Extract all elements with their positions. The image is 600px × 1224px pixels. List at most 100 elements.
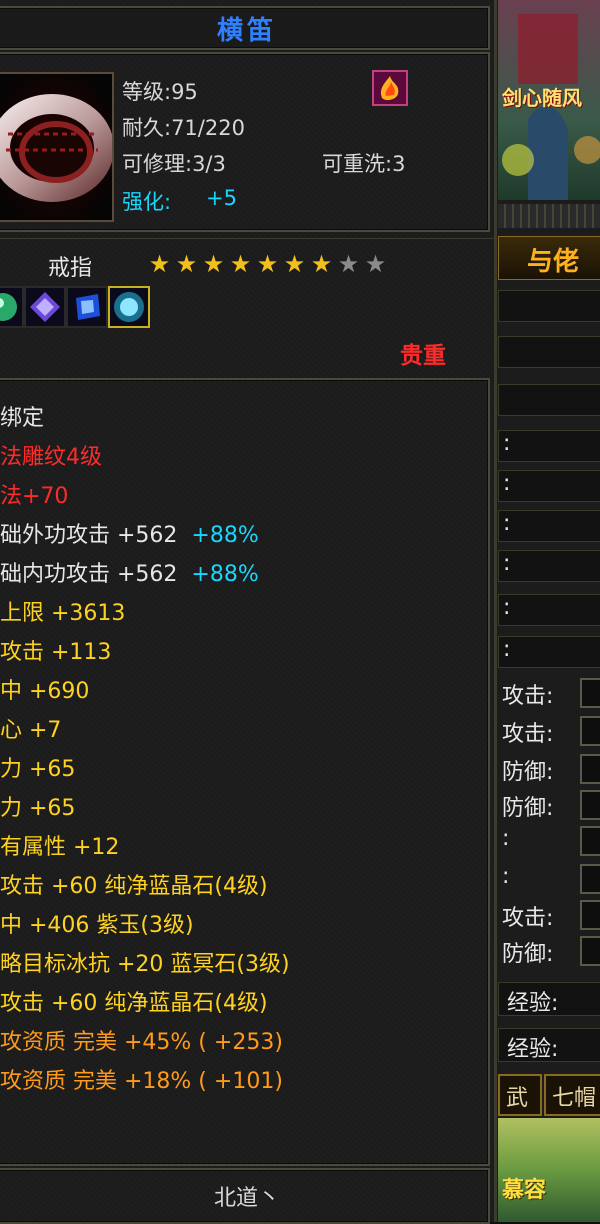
flame-skill-icon[interactable] xyxy=(372,70,408,106)
stat-text: 攻击 +113 xyxy=(0,640,112,665)
stat-row: 法雕纹4级 xyxy=(0,439,102,471)
durability-text: 耐久:71/220 xyxy=(122,116,245,140)
stat-text: 础内功攻击 +562 xyxy=(0,562,178,587)
stat-text: 心 +7 xyxy=(0,718,62,743)
stat-row: 上限 +3613 xyxy=(0,595,125,627)
stat-text: 中 +406 紫玉(3级) xyxy=(0,913,194,938)
repairable-text: 可修理:3/3 xyxy=(122,152,226,176)
attr-value-slot[interactable] xyxy=(580,678,600,708)
stat-text: 攻击 +60 纯净蓝晶石(4级) xyxy=(0,991,268,1016)
stat-row: 础外功攻击 +562 +88% xyxy=(0,517,259,549)
gray-star-icon: ★ xyxy=(337,250,360,278)
enhance-value: +5 xyxy=(206,186,237,210)
stat-text: 攻击 +60 纯净蓝晶石(4级) xyxy=(0,874,268,899)
stat-text: 法+70 xyxy=(0,484,69,509)
attr-value-slot[interactable] xyxy=(580,790,600,820)
stat-row: 中 +690 xyxy=(0,673,89,705)
enhance-label: 强化: xyxy=(122,190,172,214)
stat-row: 中 +406 紫玉(3级) xyxy=(0,907,194,939)
attr-value-slot[interactable] xyxy=(580,864,600,894)
stat-text: 攻资质 完美 +45% ( +253) xyxy=(0,1030,283,1055)
gold-star-icon: ★ xyxy=(229,250,252,278)
info-field: : xyxy=(498,550,600,582)
stat-row: 有属性 +12 xyxy=(0,829,119,861)
item-name: 横笛 xyxy=(216,16,277,46)
info-field xyxy=(498,336,600,368)
exp-field: 经验: xyxy=(498,982,600,1016)
stat-bonus-percent: +88% xyxy=(191,562,259,587)
stat-row: 绑定 xyxy=(0,400,44,432)
divider xyxy=(0,238,494,239)
stat-row: 攻资质 完美 +18% ( +101) xyxy=(0,1063,283,1095)
info-field: : xyxy=(498,510,600,542)
attr-label: 攻击: xyxy=(502,684,554,709)
stat-row: 攻击 +113 xyxy=(0,634,111,666)
info-field xyxy=(498,384,600,416)
info-field: : xyxy=(498,636,600,668)
stat-text: 有属性 +12 xyxy=(0,835,120,860)
stats-list: 绑定法雕纹4级法+70 础外功攻击 +562 +88% 础内功攻击 +562 +88% 上… xyxy=(0,400,490,1120)
stat-text: 绑定 xyxy=(0,406,45,431)
stat-text: 力 +65 xyxy=(0,796,76,821)
banner-image: 剑心随风 xyxy=(498,0,600,200)
gold-star-icon: ★ xyxy=(175,250,198,278)
info-field: : xyxy=(498,430,600,462)
rarity-badge: 贵重 xyxy=(400,343,446,369)
gold-star-icon: ★ xyxy=(202,250,225,278)
info-field: : xyxy=(498,470,600,502)
stat-row: 攻资质 完美 +45% ( +253) xyxy=(0,1024,283,1056)
attr-label: 攻击: xyxy=(502,722,554,747)
blue-gem-icon[interactable] xyxy=(66,286,108,328)
pattern-border xyxy=(498,204,600,228)
gray-star-icon: ★ xyxy=(364,250,387,278)
tab-label: 与佬 xyxy=(527,247,580,277)
gold-star-icon: ★ xyxy=(310,250,333,278)
rewashable-text: 可重洗:3 xyxy=(322,152,406,176)
stat-text: 攻资质 完美 +18% ( +101) xyxy=(0,1069,283,1094)
attr-label: : xyxy=(502,826,510,851)
stat-text: 力 +65 xyxy=(0,757,76,782)
attr-value-slot[interactable] xyxy=(580,826,600,856)
exp-field: 经验: xyxy=(498,1028,600,1062)
attr-value-slot[interactable] xyxy=(580,936,600,966)
skill-button[interactable]: 武 xyxy=(498,1074,542,1116)
character-name: 慕容 xyxy=(502,1178,547,1203)
attr-value-slot[interactable] xyxy=(580,900,600,930)
ring-item-icon xyxy=(0,72,114,222)
stat-row: 法+70 xyxy=(0,478,68,510)
stat-row: 力 +65 xyxy=(0,790,75,822)
attr-label: 防御: xyxy=(502,796,554,821)
footer-name: 北道丶 xyxy=(213,1186,280,1211)
stat-text: 础外功攻击 +562 xyxy=(0,523,178,548)
stat-text: 中 +690 xyxy=(0,679,90,704)
attr-label: 防御: xyxy=(502,942,554,967)
attr-label: : xyxy=(502,864,510,889)
stat-bonus-percent: +88% xyxy=(191,523,259,548)
stat-text: 法雕纹4级 xyxy=(0,445,102,470)
stat-row: 力 +65 xyxy=(0,751,75,783)
gold-star-icon: ★ xyxy=(283,250,306,278)
info-field: : xyxy=(498,594,600,626)
attr-value-slot[interactable] xyxy=(580,716,600,746)
info-field xyxy=(498,290,600,322)
gold-star-icon: ★ xyxy=(148,250,171,278)
green-gem-icon[interactable] xyxy=(0,286,24,328)
banner-text: 剑心随风 xyxy=(502,86,582,110)
stat-row: 攻击 +60 纯净蓝晶石(4级) xyxy=(0,868,268,900)
cyan-gem-icon[interactable] xyxy=(108,286,150,328)
tab-button[interactable]: 与佬 xyxy=(498,236,600,280)
attr-label: 攻击: xyxy=(502,906,554,931)
stat-text: 上限 +3613 xyxy=(0,601,126,626)
attr-value-slot[interactable] xyxy=(580,754,600,784)
scene-image: 慕容 xyxy=(498,1118,600,1222)
stat-row: 心 +7 xyxy=(0,712,61,744)
star-rating: ★ ★ ★ ★ ★ ★ ★ ★ ★ xyxy=(146,250,389,278)
gold-star-icon: ★ xyxy=(256,250,279,278)
stat-row: 攻击 +60 纯净蓝晶石(4级) xyxy=(0,985,268,1017)
attr-label: 防御: xyxy=(502,760,554,785)
level-text: 等级:95 xyxy=(122,80,198,104)
stat-row: 略目标冰抗 +20 蓝冥石(3级) xyxy=(0,946,290,978)
purple-gem-icon[interactable] xyxy=(24,286,66,328)
skill-button[interactable]: 七帽 xyxy=(544,1074,600,1116)
item-type: 戒指 xyxy=(48,256,93,281)
